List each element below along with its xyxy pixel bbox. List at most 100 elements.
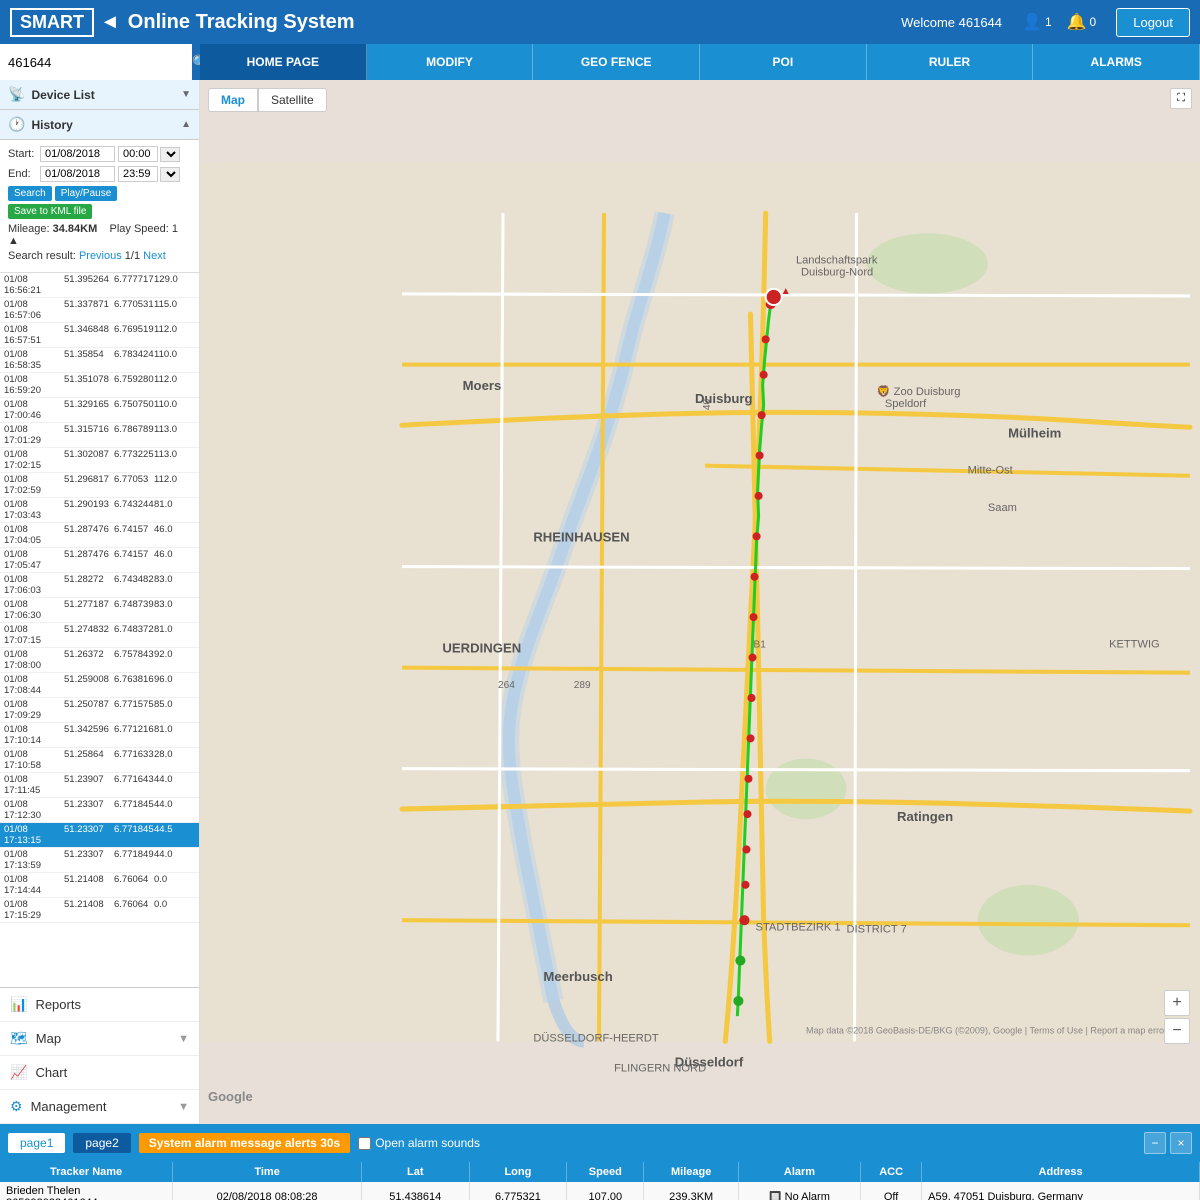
track-item[interactable]: 01/08 17:08:00 51.26372 6.757843 92.0 [0,648,199,673]
search-box: 🔍 [0,44,200,80]
zoom-out-button[interactable]: − [1164,1018,1190,1044]
previous-link[interactable]: Previous [79,250,122,262]
next-link[interactable]: Next [143,250,166,262]
col-speed: Speed [567,1162,644,1182]
history-header[interactable]: 🕐 History ▲ [0,110,199,140]
search-history-btn[interactable]: Search [8,186,52,201]
track-item[interactable]: 01/08 16:57:51 51.346848 6.769519 112.0 [0,323,199,348]
nav-geofence[interactable]: GEO FENCE [533,44,700,80]
alarm-sound-toggle[interactable]: Open alarm sounds [358,1136,480,1150]
track-item[interactable]: 01/08 17:06:30 51.277187 6.748739 83.0 [0,598,199,623]
logout-button[interactable]: Logout [1116,8,1190,37]
track-item[interactable]: 01/08 17:00:46 51.329165 6.750750 110.0 [0,398,199,423]
track-item[interactable]: 01/08 17:10:14 51.342596 6.771216 81.0 [0,723,199,748]
track-item[interactable]: 01/08 17:14:44 51.21408 6.76064 0.0 [0,873,199,898]
track-item[interactable]: 01/08 17:11:45 51.23907 6.771643 44.0 [0,773,199,798]
table-row[interactable]: Brieden Thelen 865992032461644 02/08/201… [0,1182,1200,1200]
track-item[interactable]: 01/08 16:58:35 51.35854 6.783424 110.0 [0,348,199,373]
device-icon: 📡 [8,86,25,103]
end-ampm-select[interactable]: ▼ [160,167,180,182]
history-icon: 🕐 [8,116,25,133]
map-area: ▲ Duisburg Moers RHEINHAUSEN UERDINGEN M… [200,80,1200,1124]
track-item[interactable]: 01/08 17:05:47 51.287476 6.74157 46.0 [0,548,199,573]
map-arrow: ▼ [178,1033,189,1045]
nav-modify[interactable]: MODIFY [367,44,534,80]
track-item[interactable]: 01/08 17:08:44 51.259008 6.763816 96.0 [0,673,199,698]
nav-home[interactable]: HOME PAGE [200,44,367,80]
satellite-view-btn[interactable]: Satellite [258,88,327,112]
track-item[interactable]: 01/08 17:03:43 51.290193 6.743244 81.0 [0,498,199,523]
management-icon: ⚙ [10,1098,23,1115]
sidebar-item-map[interactable]: 🗺 Map ▼ [0,1022,199,1056]
track-item[interactable]: 01/08 17:01:29 51.315716 6.786789 113.0 [0,423,199,448]
alarm-sound-checkbox[interactable] [358,1137,371,1150]
close-button[interactable]: × [1170,1132,1192,1154]
track-item[interactable]: 01/08 17:12:30 51.23307 6.771845 44.0 [0,798,199,823]
fullscreen-button[interactable]: ⛶ [1170,88,1192,109]
zoom-controls: + − [1164,990,1190,1044]
map-view-btn[interactable]: Map [208,88,258,112]
play-pause-btn[interactable]: Play/Pause [55,186,118,201]
search-result: Search result: Previous 1/1 Next [8,250,191,262]
cell-address: A59, 47051 Duisburg, Germany [922,1182,1200,1200]
chart-label: Chart [35,1065,189,1080]
col-alarm: Alarm [738,1162,860,1182]
sidebar-item-chart[interactable]: 📈 Chart [0,1056,199,1090]
minimize-button[interactable]: − [1144,1132,1166,1154]
start-date-input[interactable] [40,146,115,162]
sidebar-item-management[interactable]: ⚙ Management ▼ [0,1090,199,1124]
track-item[interactable]: 01/08 17:13:59 51.23307 6.771849 44.0 [0,848,199,873]
track-item[interactable]: 01/08 17:10:58 51.25864 6.771633 28.0 [0,748,199,773]
person-icon: 👤 [1022,12,1042,32]
track-item[interactable]: 01/08 16:59:20 51.351078 6.759280 112.0 [0,373,199,398]
logo-text: SMART [20,12,84,32]
search-input[interactable] [0,44,192,80]
start-ampm-select[interactable]: ▼ [160,147,180,162]
nav-poi[interactable]: POI [700,44,867,80]
nav-ruler[interactable]: RULER [867,44,1034,80]
play-speed-label: Play Speed: [110,223,169,235]
device-toggle: ▼ [181,89,191,100]
speed-arrow: ▲ [8,235,19,247]
col-mileage: Mileage [644,1162,738,1182]
management-label: Management [31,1099,179,1114]
navbar: 🔍 HOME PAGE MODIFY GEO FENCE POI RULER A… [0,44,1200,80]
end-date-input[interactable] [40,166,115,182]
track-item[interactable]: 01/08 17:06:03 51.28272 6.743482 83.0 [0,573,199,598]
sidebar-item-reports[interactable]: 📊 Reports [0,988,199,1022]
track-item[interactable]: 01/08 17:15:29 51.21408 6.76064 0.0 [0,898,199,923]
col-tracker-name: Tracker Name [0,1162,173,1182]
map-label: Map [36,1031,178,1046]
reports-icon: 📊 [10,996,27,1013]
device-list-header[interactable]: 📡 Device List ▼ [0,80,199,110]
history-toggle: ▲ [181,119,191,130]
start-time-input[interactable] [118,146,158,162]
cell-time: 02/08/2018 08:08:28 [173,1182,362,1200]
track-item[interactable]: 01/08 17:09:29 51.250787 6.771575 85.0 [0,698,199,723]
search-result-label: Search result: [8,250,76,262]
cell-acc: Off [861,1182,922,1200]
bell-icon: 🔔 [1067,12,1087,32]
user-count: 1 [1045,15,1052,29]
mileage-value: 34.84KM [53,223,98,235]
col-time: Time [173,1162,362,1182]
track-item[interactable]: 01/08 16:56:21 51.395264 6.777717 129.0 [0,273,199,298]
page2-button[interactable]: page2 [73,1133,130,1153]
track-item[interactable]: 01/08 17:02:15 51.302087 6.773225 113.0 [0,448,199,473]
end-row: End: ▼ [8,166,191,182]
page1-button[interactable]: page1 [8,1133,65,1153]
track-item[interactable]: 01/08 17:13:15 51.23307 6.771845 44.5 [0,823,199,848]
track-item[interactable]: 01/08 16:57:06 51.337871 6.770531 115.0 [0,298,199,323]
map-container[interactable]: ▲ Duisburg Moers RHEINHAUSEN UERDINGEN M… [200,80,1200,1124]
alarm-sound-label: Open alarm sounds [375,1136,480,1150]
track-item[interactable]: 01/08 17:07:15 51.274832 6.748372 81.0 [0,623,199,648]
user-icon: 👤 1 [1022,12,1052,32]
save-kml-btn[interactable]: Save to KML file [8,204,92,219]
device-list-label: Device List [31,88,181,102]
end-time-input[interactable] [118,166,158,182]
track-item[interactable]: 01/08 17:02:59 51.296817 6.77053 112.0 [0,473,199,498]
zoom-in-button[interactable]: + [1164,990,1190,1016]
nav-alarms[interactable]: ALARMS [1033,44,1200,80]
track-item[interactable]: 01/08 17:04:05 51.287476 6.74157 46.0 [0,523,199,548]
google-logo: Google [208,1089,253,1104]
